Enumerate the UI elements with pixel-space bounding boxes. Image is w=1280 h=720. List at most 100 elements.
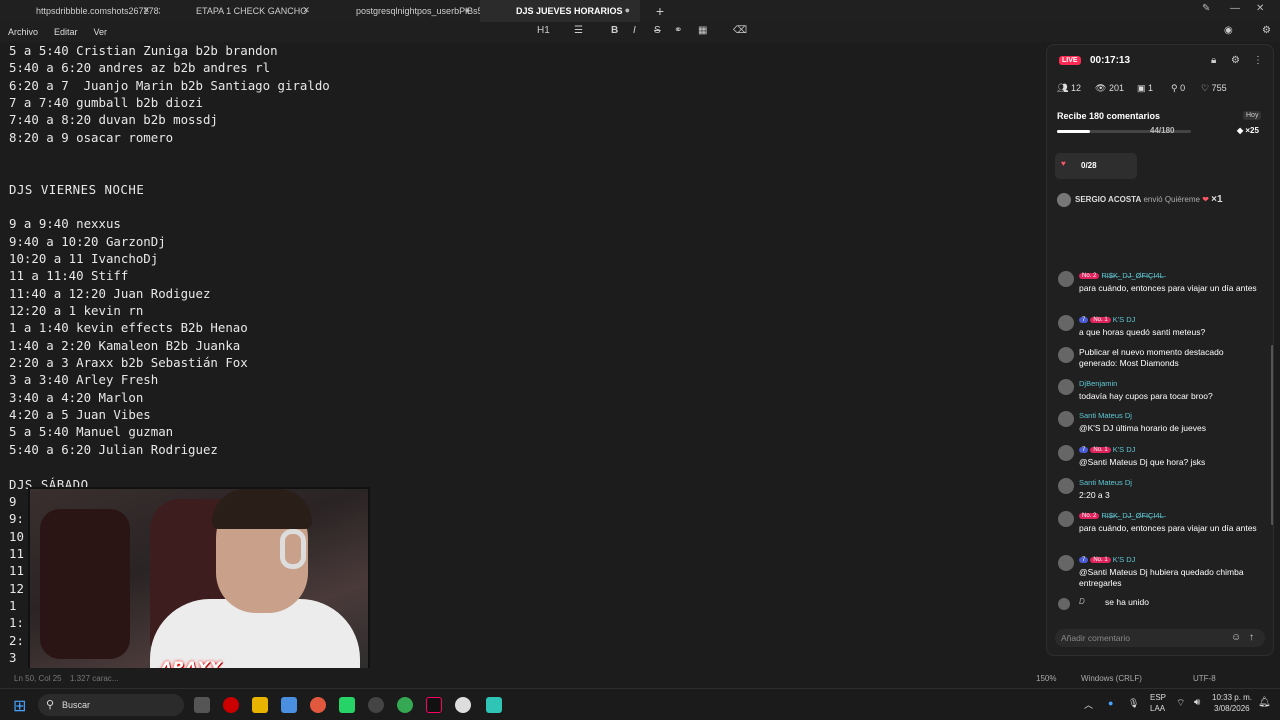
- editor-line[interactable]: 7:40 a 8:20 duvan b2b mossdj: [9, 111, 218, 128]
- minimize-button[interactable]: —: [1230, 3, 1240, 14]
- editor-line[interactable]: 6:20 a 7 Juanjo Marin b2b Santiago giral…: [9, 77, 330, 94]
- windows-start-icon[interactable]: ⊞: [13, 696, 26, 716]
- editor-line[interactable]: 12:20 a 1 kevin rn: [9, 302, 143, 319]
- opera-icon[interactable]: [223, 697, 239, 713]
- chat-username[interactable]: K'S DJ: [1113, 445, 1136, 454]
- close-icon[interactable]: ●: [465, 5, 470, 15]
- media-player-icon[interactable]: [455, 697, 471, 713]
- gift-box[interactable]: ♥ 0/28: [1055, 153, 1137, 179]
- zoom-level[interactable]: 150%: [1036, 674, 1056, 683]
- chat-username[interactable]: Santi Mateus Dj: [1079, 411, 1132, 420]
- editor-line[interactable]: 5:40 a 6:20 Julian Rodriguez: [9, 441, 218, 458]
- chat-username[interactable]: K'S DJ: [1113, 555, 1136, 564]
- editor-line[interactable]: 11: [9, 545, 24, 562]
- close-icon[interactable]: ✕: [302, 5, 310, 16]
- chat-username[interactable]: Santi Mateus Dj: [1079, 478, 1132, 487]
- close-icon[interactable]: ✕: [142, 5, 150, 16]
- emoji-icon[interactable]: ☺: [1231, 632, 1241, 643]
- join-user: D: [1079, 597, 1085, 606]
- lock-icon[interactable]: 🔒︎: [1211, 55, 1216, 66]
- menu-view[interactable]: Ver: [94, 27, 108, 37]
- input-lang-2[interactable]: LAA: [1150, 704, 1165, 713]
- editor-line[interactable]: 11:40 a 12:20 Juan Rodiguez: [9, 285, 210, 302]
- chat-list[interactable]: No. 2 R̶I̶$̶K̶_D̶J̶_Ø̶F̶I̶Ç̶I̶4̶L̶ para cu…: [1047, 271, 1273, 621]
- editor-line[interactable]: 2:: [9, 632, 24, 649]
- taskview-icon[interactable]: [194, 697, 210, 713]
- editor-line[interactable]: 8:20 a 9 osacar romero: [9, 129, 173, 146]
- tab-postgres[interactable]: postgresqlnightpos_userbPlBs5h6o1●: [320, 0, 480, 22]
- menu-file[interactable]: Archivo: [8, 27, 38, 37]
- chat-username[interactable]: R̶I̶$̶K̶_D̶J̶_Ø̶F̶I̶Ç̶I̶4̶L̶: [1101, 271, 1164, 280]
- editor-line[interactable]: 1:40 a 2:20 Kamaleon B2b Juanka: [9, 337, 240, 354]
- editor-line[interactable]: 1: [9, 597, 16, 614]
- chat-scrollbar[interactable]: [1271, 345, 1273, 525]
- wifi-icon[interactable]: ⌔: [1176, 697, 1185, 710]
- network-icon[interactable]: ●: [1108, 698, 1113, 708]
- editor-line[interactable]: DJS VIERNES NOCHE: [9, 181, 144, 198]
- whatsapp-icon[interactable]: [339, 697, 355, 713]
- more-icon[interactable]: ⋮: [1253, 55, 1263, 66]
- volume-icon[interactable]: 🔊︎: [1194, 697, 1200, 708]
- notepad-icon[interactable]: [486, 697, 502, 713]
- editor-line[interactable]: 3:40 a 4:20 Marlon: [9, 389, 143, 406]
- table-icon[interactable]: ▦: [698, 25, 707, 36]
- tab-etapa[interactable]: ETAPA 1 CHECK GANCHO ✕: [160, 0, 320, 22]
- bold-icon[interactable]: B: [611, 25, 618, 36]
- gear-icon[interactable]: ⚙: [1262, 25, 1271, 36]
- clock-time[interactable]: 10:33 p. m.: [1212, 693, 1252, 702]
- editor-line[interactable]: 9: [9, 493, 16, 510]
- strikethrough-icon[interactable]: S: [654, 25, 661, 36]
- store-icon[interactable]: [281, 697, 297, 713]
- menu-edit[interactable]: Editar: [54, 27, 78, 37]
- editor-line[interactable]: 9:40 a 10:20 GarzonDj: [9, 233, 166, 250]
- editor-line[interactable]: 7 a 7:40 gumball b2b diozi: [9, 94, 203, 111]
- pen-icon[interactable]: ✎: [1202, 3, 1210, 14]
- chat-username[interactable]: K'S DJ: [1113, 315, 1136, 324]
- app-icon[interactable]: [368, 697, 384, 713]
- editor-line[interactable]: 3 a 3:40 Arley Fresh: [9, 371, 158, 388]
- chat-username[interactable]: DjBenjamin: [1079, 379, 1117, 388]
- editor-line[interactable]: 9 a 9:40 nexxus: [9, 215, 121, 232]
- line-ending[interactable]: Windows (CRLF): [1081, 674, 1142, 683]
- editor-line[interactable]: 3: [9, 649, 16, 666]
- bell-icon[interactable]: 🔔︎: [1258, 697, 1271, 708]
- heading-dropdown[interactable]: H1: [537, 25, 550, 36]
- close-icon[interactable]: ●: [625, 5, 630, 15]
- send-icon[interactable]: ↑: [1249, 632, 1254, 643]
- editor-line[interactable]: 5:40 a 6:20 andres az b2b andres rl: [9, 59, 270, 76]
- editor-line[interactable]: 5 a 5:40 Manuel guzman: [9, 423, 173, 440]
- chrome-icon[interactable]: [397, 697, 413, 713]
- italic-icon[interactable]: I: [633, 25, 636, 36]
- tab-djs-jueves[interactable]: DJS JUEVES HORARIOS ●: [480, 0, 640, 22]
- editor-line[interactable]: 4:20 a 5 Juan Vibes: [9, 406, 151, 423]
- input-lang[interactable]: ESP: [1150, 693, 1166, 702]
- brave-icon[interactable]: [310, 697, 326, 713]
- mic-icon[interactable]: 🎙︎: [1128, 698, 1139, 709]
- editor-line[interactable]: 10:20 a 11 IvanchoDj: [9, 250, 158, 267]
- editor-line[interactable]: 12: [9, 580, 24, 597]
- heart-icon: ❤: [1202, 195, 1209, 205]
- editor-line[interactable]: 2:20 a 3 Araxx b2b Sebastián Fox: [9, 354, 248, 371]
- folder-icon[interactable]: [252, 697, 268, 713]
- list-icon[interactable]: ☰: [574, 25, 583, 36]
- editor-line[interactable]: 1:: [9, 614, 24, 631]
- clock-date[interactable]: 3/08/2026: [1214, 704, 1250, 713]
- chevron-up-icon[interactable]: ︿: [1084, 698, 1093, 711]
- clear-format-icon[interactable]: ⌫: [733, 25, 747, 36]
- profile-icon[interactable]: ◉: [1224, 25, 1233, 36]
- tiktok-icon[interactable]: [426, 697, 442, 713]
- tab-dribbble[interactable]: httpsdribbble.comshots26727839-M✕: [0, 0, 160, 22]
- editor-line[interactable]: 9:: [9, 510, 24, 527]
- close-window-button[interactable]: ✕: [1256, 3, 1264, 14]
- new-tab-button[interactable]: +: [648, 3, 672, 19]
- editor-line[interactable]: 11: [9, 562, 24, 579]
- link-icon[interactable]: ⚭: [674, 25, 682, 36]
- encoding[interactable]: UTF-8: [1193, 674, 1216, 683]
- chat-username[interactable]: R̶I̶$̶K̶_D̶J̶_Ø̶F̶I̶Ç̶I̶4̶L̶: [1101, 511, 1164, 520]
- gear-icon[interactable]: ⚙: [1231, 55, 1240, 66]
- editor-line[interactable]: 1 a 1:40 kevin effects B2b Henao: [9, 319, 248, 336]
- editor-line[interactable]: 5 a 5:40 Cristian Zuniga b2b brandon: [9, 42, 278, 59]
- editor-line[interactable]: 11 a 11:40 Stiff: [9, 267, 128, 284]
- editor-line[interactable]: 10: [9, 528, 24, 545]
- search-box[interactable]: ⚲ Buscar: [38, 694, 184, 716]
